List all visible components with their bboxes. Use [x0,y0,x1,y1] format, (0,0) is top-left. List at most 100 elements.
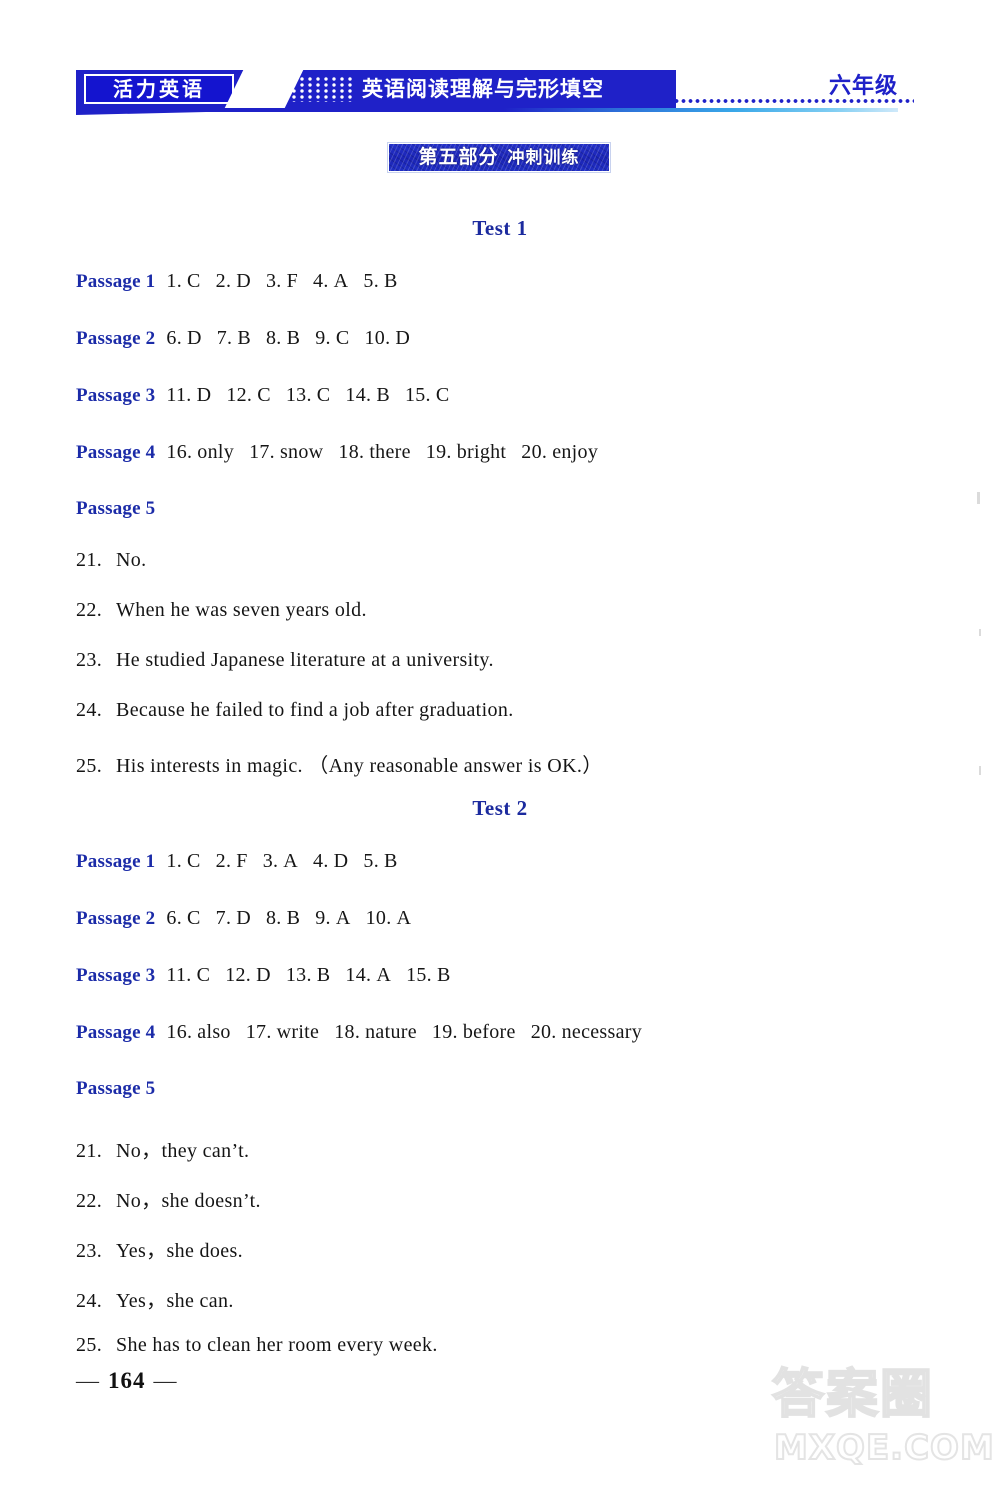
answer-value: B [384,270,398,292]
answer-value: B [376,384,390,406]
passage-label: Passage 3 [76,965,156,986]
passage-answers: 6. D 7. B 8. B 9. C 10. D [166,327,425,350]
answer-value: B [237,327,251,349]
answer-item: 9. C [315,327,349,350]
answer-number: 14. [345,964,372,986]
passage-row: Passage 4 16. also 17. write 18. nature 19. befo… [76,1021,956,1044]
passage-label: Passage 1 [76,271,156,292]
passage-label: Passage 2 [76,908,156,929]
page-header: 活力英语 英语阅读理解与完形填空 六年级 [0,62,1000,120]
passage-row: Passage 3 11. D 12. C 13. C 14. B 15. C [76,384,956,407]
answer-item: 19. before [432,1021,516,1044]
answer-number: 10. [364,327,391,349]
answer-value: write [276,1021,320,1043]
answer-item: 14. B [345,384,390,407]
footer-dash-left: — [76,1368,100,1393]
qa-text: Yes，she does. [116,1240,243,1262]
answer-number: 7. [215,907,232,929]
answer-number: 13. [285,964,312,986]
answer-item: 3. F [266,270,298,293]
answer-number: 20. [521,441,548,463]
answer-number: 12. [225,964,252,986]
answer-number: 5. [363,850,380,872]
answer-number: 6. [166,327,182,349]
answer-item: 6. C [166,907,200,930]
answer-value: necessary [561,1021,643,1043]
watermark-chinese-text: 答案圈 [771,1364,935,1426]
answer-value: A [283,850,299,872]
answer-item: 4. D [313,850,348,873]
passage-answers: 11. C 12. D 13. B 14. A 15. B [166,964,465,987]
qa-number: 22. [76,1190,103,1212]
passage-answers: 6. C 7. D 8. B 9. A 10. A [166,907,426,930]
answer-value: B [286,327,301,349]
qa-text: He studied Japanese literature at a univ… [116,649,494,671]
answer-value: bright [456,441,507,463]
page-number: 164 [108,1368,146,1393]
qa-answer-line: 22. When he was seven years old. [76,599,956,622]
answer-number: 20. [530,1021,557,1043]
answer-number: 3. [266,270,282,292]
answer-item: 11. C [166,964,210,987]
answer-value: B [436,964,451,986]
answer-number: 2. [215,850,232,872]
answer-number: 17. [245,1021,272,1043]
answer-value: C [257,384,271,406]
answer-item: 10. D [365,327,411,350]
answer-item: 20. necessary [531,1021,642,1044]
qa-number: 25. [76,755,103,777]
answer-number: 9. [315,907,331,929]
header-dot-pattern-icon [282,76,356,102]
test-heading: Test 2 [472,796,528,820]
answer-number: 1. [166,270,182,292]
answer-value: D [236,270,251,292]
qa-number: 21. [76,1140,103,1162]
answer-number: 16. [166,1021,193,1043]
answer-item: 19. bright [426,441,506,464]
answer-item: 15. C [405,384,450,407]
answer-value: D [333,850,349,872]
header-gradient-rule [76,108,898,112]
answer-value: D [187,327,202,349]
passage-label: Passage 3 [76,385,156,406]
answer-value: D [256,964,271,986]
answer-item: 11. D [166,384,211,407]
answer-item: 18. nature [334,1021,417,1044]
answer-item: 15. B [406,964,451,987]
answer-value: D [236,907,251,929]
qa-text: Because he failed to find a job after gr… [116,699,514,721]
answer-value: C [435,384,450,406]
answer-item: 2. D [216,270,251,293]
answer-value: F [286,270,299,292]
scan-speck [979,629,981,636]
header-grade-label: 六年级 [828,74,898,99]
answer-value: D [196,384,212,406]
page-footer: — 164 — [76,1368,376,1402]
answer-item: 20. enjoy [521,441,598,464]
answer-number: 4. [313,270,329,292]
answer-number: 8. [266,327,282,349]
test-heading: Test 1 [472,216,528,240]
answer-item: 10. A [366,907,412,930]
answer-item: 3. A [263,850,298,873]
answer-number: 5. [363,270,380,292]
answer-number: 4. [313,850,329,872]
section-part-name: 冲刺训练 [507,148,580,168]
section-banner: 第五部分 冲刺训练 [388,143,610,172]
passage-row: Passage 2 6. C 7. D 8. B 9. A 10. A [76,907,956,930]
answer-number: 9. [315,327,331,349]
qa-number: 21. [76,549,103,571]
qa-number: 23. [76,649,103,671]
answer-item: 8. B [266,327,300,350]
answer-number: 3. [262,850,279,872]
answer-value: B [316,964,331,986]
answer-number: 15. [404,384,431,406]
answer-item: 17. write [246,1021,320,1044]
qa-text: When he was seven years old. [116,599,367,621]
passage-label: Passage 4 [76,1022,156,1043]
answer-item: 2. F [216,850,248,873]
answer-number: 10. [365,907,392,929]
answer-number: 18. [338,441,365,463]
answer-item: 5. B [363,270,397,293]
answer-value: C [187,907,201,929]
